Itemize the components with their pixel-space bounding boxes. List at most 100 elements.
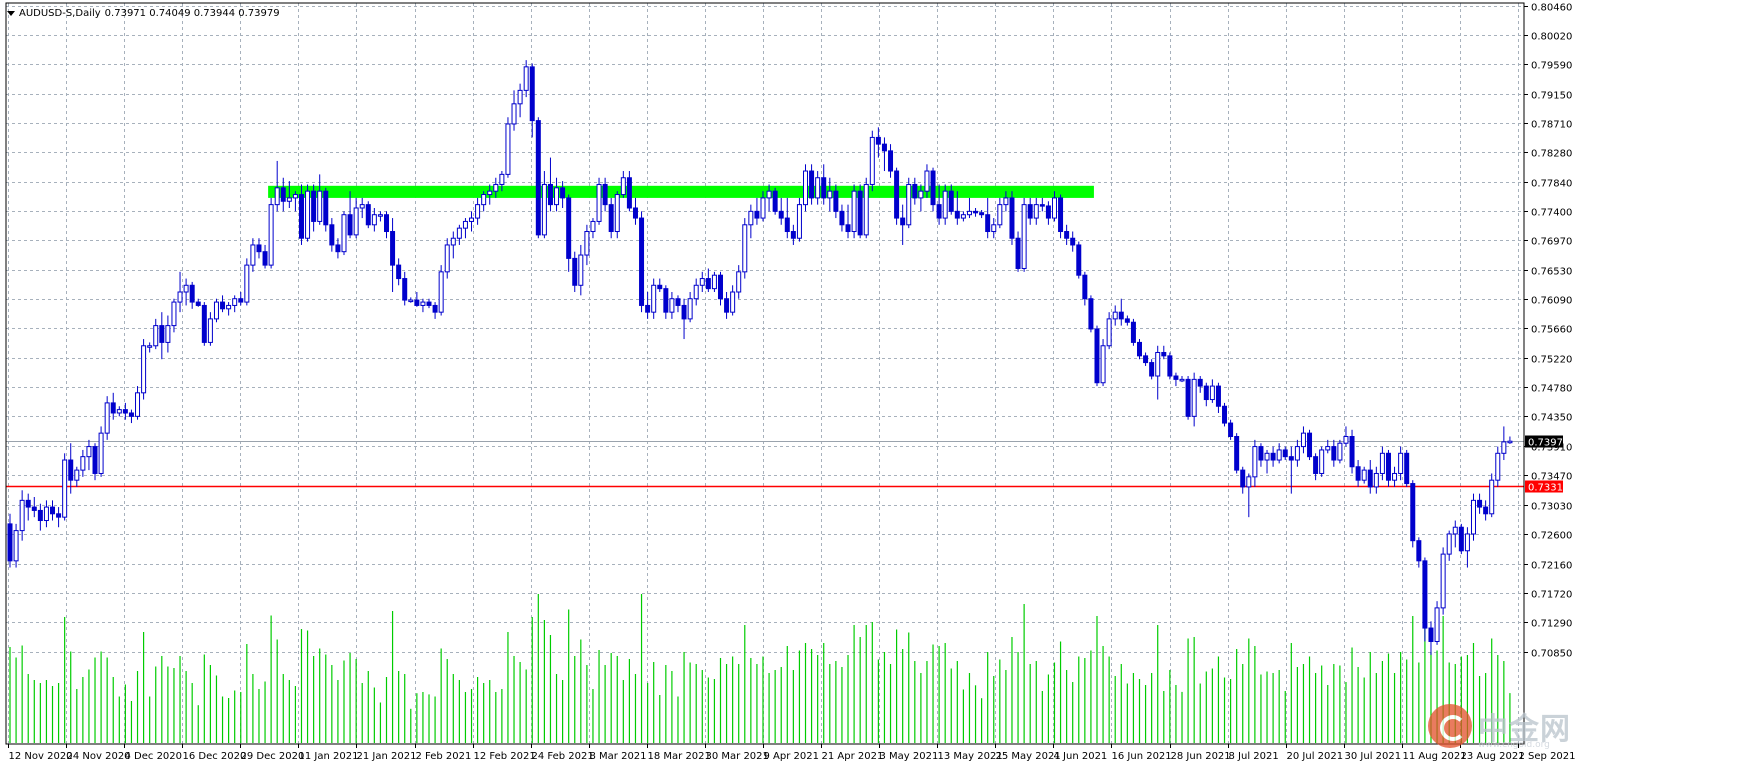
candle-body-bear bbox=[1039, 204, 1045, 207]
candle-body-bear bbox=[639, 217, 645, 306]
candlestick-chart[interactable]: 0.80460 0.80020 0.79590 0.79150 0.78710 0.782… bbox=[0, 0, 1744, 763]
candle bbox=[56, 507, 62, 528]
candle bbox=[1410, 480, 1416, 548]
candle-body-bull bbox=[359, 204, 365, 209]
candle-body-bear bbox=[888, 150, 894, 172]
candle bbox=[1045, 201, 1051, 225]
candle-body-bull bbox=[620, 177, 626, 196]
candle bbox=[681, 298, 687, 340]
candle-body-bull bbox=[456, 227, 462, 239]
candle-body-bear bbox=[936, 204, 942, 219]
candle bbox=[699, 271, 705, 293]
candle-body-bull bbox=[1051, 197, 1057, 219]
candle bbox=[1149, 359, 1155, 380]
x-tick-label: 21 Apr 2021 bbox=[822, 751, 884, 762]
candle bbox=[1082, 271, 1088, 306]
candle bbox=[748, 204, 754, 239]
candle-body-bull bbox=[1361, 469, 1367, 481]
candle-body-bull bbox=[803, 170, 809, 206]
candle bbox=[1446, 530, 1452, 561]
candle-body-bull bbox=[147, 345, 153, 348]
candle-body-bull bbox=[213, 301, 219, 320]
candle-body-bull bbox=[584, 231, 590, 256]
candle bbox=[554, 177, 560, 212]
candle-body-bear bbox=[1355, 466, 1361, 481]
candle-body-bull bbox=[1464, 533, 1470, 552]
candle bbox=[462, 218, 468, 239]
candle-body-bear bbox=[912, 183, 918, 199]
candle bbox=[1124, 315, 1130, 326]
candle bbox=[906, 177, 912, 229]
candle bbox=[1367, 460, 1373, 494]
candle bbox=[1404, 449, 1410, 487]
candle-body-bull bbox=[499, 173, 505, 185]
candle bbox=[1355, 460, 1361, 487]
candle-body-bear bbox=[262, 251, 268, 266]
candle bbox=[390, 218, 396, 293]
candle-body-bull bbox=[517, 89, 523, 105]
candle bbox=[128, 409, 134, 424]
candle-body-bull bbox=[997, 204, 1003, 226]
candle-body-bear bbox=[857, 190, 863, 236]
candle-body-bear bbox=[1167, 355, 1173, 377]
resistance-zone-rect bbox=[268, 185, 1094, 198]
candle-body-bear bbox=[645, 304, 651, 313]
x-tick-label: 4 Jun 2021 bbox=[1054, 751, 1108, 762]
candle-body-bear bbox=[1477, 499, 1483, 508]
candle bbox=[359, 197, 365, 219]
candle-body-bear bbox=[1130, 321, 1136, 343]
x-tick-label: 24 Nov 2020 bbox=[67, 751, 131, 762]
candle-body-bear bbox=[1483, 506, 1489, 515]
dropdown-triangle-icon[interactable] bbox=[7, 10, 15, 16]
candle bbox=[1228, 419, 1234, 440]
candle-body-bear bbox=[681, 304, 687, 320]
candle bbox=[1064, 224, 1070, 245]
x-tick-label: 12 Feb 2021 bbox=[474, 751, 536, 762]
candle-body-bear bbox=[1288, 456, 1294, 461]
candle bbox=[86, 439, 92, 471]
candle-body-bull bbox=[669, 298, 675, 313]
candle bbox=[135, 386, 141, 420]
candle-body-bear bbox=[335, 244, 341, 253]
y-tick-label: 0.71290 bbox=[1531, 619, 1572, 630]
candle-body-bull bbox=[1112, 311, 1118, 320]
candle bbox=[481, 191, 487, 212]
y-tick-label: 0.75220 bbox=[1531, 355, 1572, 366]
candle bbox=[1252, 439, 1258, 487]
candle-body-bull bbox=[505, 123, 511, 175]
candle-body-bear bbox=[954, 210, 960, 219]
candle-body-bear bbox=[1458, 526, 1464, 552]
candle-body-bull bbox=[991, 224, 997, 233]
candle bbox=[116, 406, 122, 417]
candle-body-bear bbox=[390, 231, 396, 266]
candle-body-bear bbox=[323, 190, 329, 226]
x-tick-label: 16 Dec 2020 bbox=[183, 751, 247, 762]
candle bbox=[1440, 547, 1446, 615]
candle bbox=[62, 453, 68, 521]
candle-body-bear bbox=[973, 210, 979, 214]
candle bbox=[1307, 429, 1313, 461]
candle bbox=[1392, 466, 1398, 487]
candle bbox=[110, 392, 116, 420]
candle bbox=[1167, 352, 1173, 380]
candle-body-bull bbox=[1398, 452, 1404, 474]
candle bbox=[639, 211, 645, 313]
candle-body-bull bbox=[475, 204, 481, 219]
candle bbox=[742, 218, 748, 279]
candle-body-bear bbox=[784, 217, 790, 233]
candle bbox=[839, 204, 845, 232]
x-tick-label: 25 May 2021 bbox=[996, 751, 1061, 762]
candle bbox=[1470, 493, 1476, 541]
candle-body-bear bbox=[1270, 452, 1276, 461]
candle bbox=[1209, 379, 1215, 403]
candle bbox=[857, 184, 863, 239]
chart-window[interactable]: 0.80460 0.80020 0.79590 0.79150 0.78710 0.782… bbox=[0, 0, 1744, 763]
candle-body-bear bbox=[50, 506, 56, 515]
symbol-label: AUDUSD-S,Daily bbox=[19, 7, 101, 19]
candle-body-bull bbox=[1452, 526, 1458, 535]
candle-body-bull bbox=[766, 190, 772, 199]
candle bbox=[220, 295, 226, 313]
candle bbox=[153, 318, 159, 350]
candle-body-bear bbox=[128, 412, 134, 417]
candle bbox=[778, 197, 784, 225]
